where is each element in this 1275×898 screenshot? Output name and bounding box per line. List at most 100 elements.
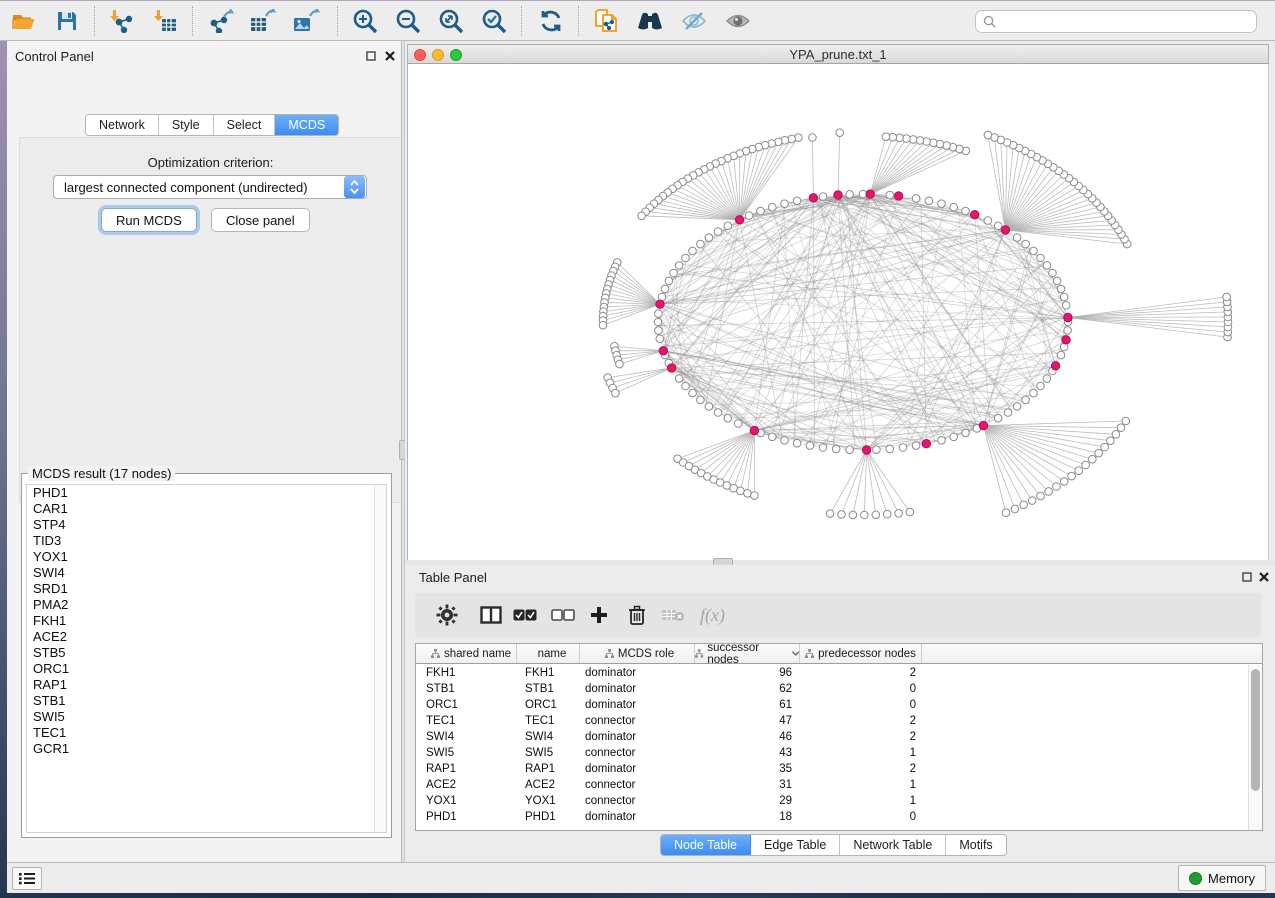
delete-column-button[interactable] (620, 599, 654, 631)
table-cell[interactable]: dominator (580, 811, 695, 823)
mcds-list-scrollbar[interactable] (374, 484, 387, 833)
network-graph[interactable] (408, 64, 1268, 559)
tab-mcds[interactable]: MCDS (275, 115, 338, 135)
table-row[interactable]: STB1STB1dominator620 (416, 681, 1247, 697)
mcds-result-item[interactable]: STB1 (27, 693, 376, 709)
table-cell[interactable]: 47 (695, 715, 800, 727)
table-cell[interactable]: ORC1 (517, 699, 580, 711)
open-folder-button[interactable] (6, 5, 40, 37)
table-settings-button[interactable] (430, 599, 464, 631)
optimization-criterion-dropdown[interactable]: largest connected component (undirected) (53, 175, 367, 199)
mcds-result-item[interactable]: ACE2 (27, 629, 376, 645)
table-row[interactable]: RAP1RAP1dominator352 (416, 761, 1247, 777)
network-window-titlebar[interactable]: YPA_prune.txt_1 (407, 44, 1269, 64)
table-cell[interactable]: dominator (580, 683, 695, 695)
table-cell[interactable]: ORC1 (416, 699, 517, 711)
table-cell[interactable]: 43 (695, 747, 800, 759)
network-canvas[interactable] (407, 64, 1269, 560)
deselect-all-button[interactable] (546, 599, 580, 631)
tab-motifs[interactable]: Motifs (946, 835, 1005, 855)
zoom-in-button[interactable] (348, 5, 382, 37)
select-all-button[interactable] (508, 599, 542, 631)
table-cell[interactable]: 0 (800, 811, 922, 823)
mcds-result-item[interactable]: YOX1 (27, 549, 376, 565)
table-cell[interactable]: 35 (695, 763, 800, 775)
refresh-layout-button[interactable] (534, 5, 568, 37)
tab-edge-table[interactable]: Edge Table (751, 835, 840, 855)
mcds-result-item[interactable]: TEC1 (27, 725, 376, 741)
column-header-successor-nodes[interactable]: successor nodes (695, 644, 800, 663)
table-cell[interactable]: connector (580, 795, 695, 807)
table-cell[interactable]: connector (580, 747, 695, 759)
mcds-result-item[interactable]: CAR1 (27, 501, 376, 517)
memory-button[interactable]: Memory (1178, 865, 1266, 891)
export-network-button[interactable] (204, 5, 238, 37)
table-cell[interactable]: 62 (695, 683, 800, 695)
table-row[interactable]: SWI5SWI5connector431 (416, 745, 1247, 761)
mcds-result-item[interactable]: FKH1 (27, 613, 376, 629)
table-cell[interactable]: dominator (580, 763, 695, 775)
close-panel-button[interactable]: Close panel (211, 208, 310, 232)
table-cell[interactable]: connector (580, 779, 695, 791)
hide-selected-button[interactable] (677, 5, 711, 37)
zoom-selected-button[interactable] (477, 5, 511, 37)
table-cell[interactable]: SWI5 (416, 747, 517, 759)
table-cell[interactable]: 46 (695, 731, 800, 743)
create-column-button[interactable] (582, 599, 616, 631)
table-cell[interactable]: STB1 (517, 683, 580, 695)
mcds-result-item[interactable]: RAP1 (27, 677, 376, 693)
column-header-predecessor-nodes[interactable]: predecessor nodes (800, 644, 922, 663)
table-row[interactable]: YOX1YOX1connector291 (416, 793, 1247, 809)
table-row[interactable]: PHD1PHD1dominator180 (416, 809, 1247, 825)
table-cell[interactable]: dominator (580, 699, 695, 711)
table-cell[interactable]: 2 (800, 667, 922, 679)
network-search-box[interactable] (975, 10, 1257, 33)
table-cell[interactable]: SWI4 (416, 731, 517, 743)
mcds-result-item[interactable]: STB5 (27, 645, 376, 661)
close-panel-icon[interactable] (383, 50, 397, 62)
table-cell[interactable]: RAP1 (416, 763, 517, 775)
run-mcds-button[interactable]: Run MCDS (101, 208, 197, 232)
table-cell[interactable]: dominator (580, 667, 695, 679)
tab-select[interactable]: Select (214, 115, 276, 135)
save-button[interactable] (50, 5, 84, 37)
table-cell[interactable]: 1 (800, 779, 922, 791)
table-row[interactable]: SWI4SWI4dominator462 (416, 729, 1247, 745)
tab-network-table[interactable]: Network Table (840, 835, 946, 855)
table-row[interactable]: ORC1ORC1dominator610 (416, 697, 1247, 713)
table-cell[interactable]: 2 (800, 715, 922, 727)
table-cell[interactable]: PHD1 (517, 811, 580, 823)
search-network-button[interactable] (633, 5, 667, 37)
table-row[interactable]: FKH1FKH1dominator962 (416, 665, 1247, 681)
export-image-button[interactable] (289, 5, 323, 37)
table-cell[interactable]: YOX1 (517, 795, 580, 807)
table-cell[interactable]: 2 (800, 731, 922, 743)
mcds-result-item[interactable]: STP4 (27, 517, 376, 533)
table-cell[interactable]: dominator (580, 731, 695, 743)
import-table-button[interactable] (148, 5, 182, 37)
close-panel-icon[interactable] (1257, 571, 1271, 583)
table-cell[interactable]: ACE2 (416, 779, 517, 791)
tab-node-table[interactable]: Node Table (661, 835, 751, 855)
table-cell[interactable]: 29 (695, 795, 800, 807)
show-all-button[interactable] (721, 5, 755, 37)
zoom-fit-button[interactable] (434, 5, 468, 37)
table-cell[interactable]: 31 (695, 779, 800, 791)
mcds-result-item[interactable]: SWI5 (27, 709, 376, 725)
mcds-result-item[interactable]: ORC1 (27, 661, 376, 677)
table-scrollbar[interactable] (1248, 665, 1262, 830)
zoom-out-button[interactable] (391, 5, 425, 37)
table-cell[interactable]: ACE2 (517, 779, 580, 791)
scrollbar-thumb[interactable] (1251, 669, 1260, 791)
table-cell[interactable]: TEC1 (416, 715, 517, 727)
table-cell[interactable]: 1 (800, 747, 922, 759)
table-cell[interactable]: FKH1 (517, 667, 580, 679)
table-cell[interactable]: connector (580, 715, 695, 727)
export-table-button[interactable] (246, 5, 280, 37)
float-panel-icon[interactable] (1240, 571, 1254, 583)
table-cell[interactable]: 18 (695, 811, 800, 823)
table-cell[interactable]: SWI5 (517, 747, 580, 759)
copy-network-button[interactable] (590, 5, 624, 37)
float-panel-icon[interactable] (364, 50, 378, 62)
table-cell[interactable]: 2 (800, 763, 922, 775)
